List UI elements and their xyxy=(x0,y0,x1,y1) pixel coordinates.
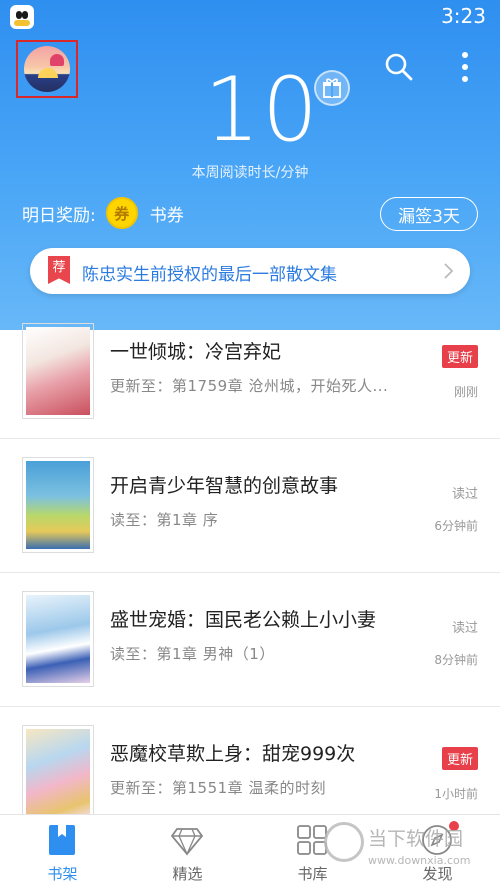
tab-label: 精选 xyxy=(172,865,203,883)
book-progress: 更新至：第1551章 温柔的时刻 xyxy=(110,779,326,797)
status-time: 3:23 xyxy=(441,4,486,28)
diamond-icon xyxy=(170,828,204,856)
recommend-tag: 荐 xyxy=(48,256,70,284)
reward-label: 明日奖励: xyxy=(22,205,96,226)
watermark-text: 当下软件园 xyxy=(368,828,464,850)
book-cover xyxy=(22,323,94,419)
user-avatar xyxy=(24,46,70,92)
tab-bookshelf[interactable]: 书架 xyxy=(0,815,125,890)
book-item[interactable]: 盛世宠婚：国民老公赖上小小妻 读至：第1章 男神（1） 读过 8分钟前 xyxy=(0,573,500,707)
promo-text: 陈忠实生前授权的最后一部散文集 xyxy=(82,265,337,285)
book-title: 盛世宠婚：国民老公赖上小小妻 xyxy=(110,609,377,631)
book-item[interactable]: 开启青少年智慧的创意故事 读至：第1章 序 读过 6分钟前 xyxy=(0,439,500,573)
search-icon[interactable] xyxy=(384,52,414,82)
book-time: 刚刚 xyxy=(453,385,478,399)
update-badge: 更新 xyxy=(441,747,478,770)
book-progress: 读至：第1章 序 xyxy=(110,511,219,529)
tab-featured[interactable]: 精选 xyxy=(125,815,250,890)
gift-icon[interactable] xyxy=(314,70,350,106)
watermark-url: www.downxia.com xyxy=(368,854,471,867)
book-title: 一世倾城：冷宫弃妃 xyxy=(110,341,282,363)
weekly-reading-minutes: 10 xyxy=(204,58,320,161)
book-time: 6分钟前 xyxy=(434,519,478,533)
book-progress: 读至：第1章 男神（1） xyxy=(110,645,275,663)
promo-banner[interactable]: 荐 陈忠实生前授权的最后一部散文集 xyxy=(30,248,470,294)
avatar-button[interactable] xyxy=(16,40,78,98)
book-title: 恶魔校草欺上身：甜宠999次 xyxy=(110,743,356,765)
book-cover xyxy=(22,591,94,687)
book-time: 8分钟前 xyxy=(434,653,478,667)
coupon-icon: 券 xyxy=(105,197,138,229)
book-cover xyxy=(22,457,94,553)
book-item[interactable]: 一世倾城：冷宫弃妃 更新至：第1759章 沧州城，开始死人... 更新 刚刚 xyxy=(0,305,500,439)
watermark-logo: 当下软件园 www.downxia.com xyxy=(324,818,494,878)
read-badge: 读过 xyxy=(451,621,478,636)
status-bar: 3:23 xyxy=(0,0,500,36)
chevron-right-icon xyxy=(444,263,454,279)
reading-duration-label: 本周阅读时长/分钟 xyxy=(191,165,309,181)
coupon-label: 书券 xyxy=(149,205,184,226)
qq-penguin-icon xyxy=(10,5,34,29)
book-time: 1小时前 xyxy=(434,787,478,801)
book-cover xyxy=(22,725,94,821)
book-title: 开启青少年智慧的创意故事 xyxy=(110,475,339,497)
tomorrow-reward: 明日奖励: 券 书券 xyxy=(22,196,184,230)
book-progress: 更新至：第1759章 沧州城，开始死人... xyxy=(110,377,389,395)
watermark-circle-icon xyxy=(324,822,364,862)
update-badge: 更新 xyxy=(441,345,478,368)
missed-signin-button[interactable]: 漏签3天 xyxy=(380,197,478,231)
tab-label: 书架 xyxy=(47,865,78,883)
read-badge: 读过 xyxy=(451,487,478,502)
more-options-icon[interactable] xyxy=(455,50,475,84)
bookshelf-icon xyxy=(49,825,75,855)
